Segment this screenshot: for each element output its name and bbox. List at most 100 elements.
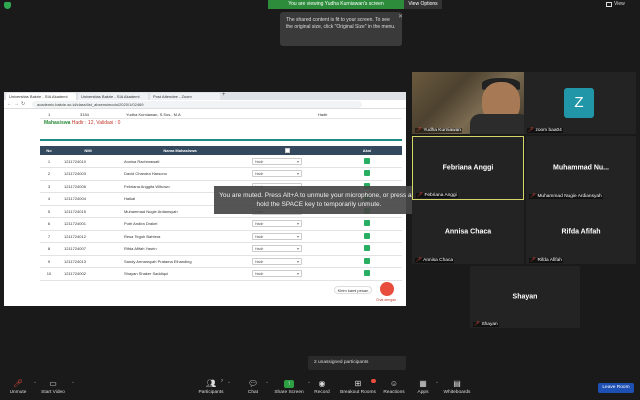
cell-nama: David Chandra Harsono: [118, 167, 242, 181]
participant-tile[interactable]: Rifda Afifah 🎤︎ Rifda Afifah: [526, 200, 636, 264]
cell-nim: 1211724003: [58, 167, 118, 181]
reactions-button[interactable]: ☺ Reactions: [382, 379, 406, 396]
view-grid-icon[interactable]: [606, 2, 612, 7]
browser-tab[interactable]: Post Attendee - Zoom: [150, 93, 220, 100]
status-select[interactable]: Hadir: [252, 157, 302, 165]
whiteboards-button[interactable]: ▤ Whiteboards: [442, 380, 472, 396]
cell-no: 9: [40, 255, 58, 268]
action-button[interactable]: [364, 257, 370, 264]
status-select[interactable]: Hadir: [252, 220, 302, 228]
action-button[interactable]: [364, 270, 370, 277]
new-tab-icon[interactable]: +: [222, 92, 226, 98]
participant-name: Rifda Afifah: [561, 228, 601, 236]
action-button[interactable]: [364, 220, 370, 227]
record-button[interactable]: ◉ Record: [312, 380, 332, 396]
fit-to-screen-tooltip: The shared content is fit to your screen…: [280, 12, 402, 46]
close-icon[interactable]: ✕: [398, 13, 403, 20]
reactions-icon: ☺: [389, 379, 399, 388]
cell-no: 5: [40, 205, 58, 218]
apps-button[interactable]: ▦ Apps ^: [414, 379, 438, 396]
mic-muted-icon: 🎤︎: [474, 322, 481, 327]
cell-status: Hadir: [242, 167, 332, 181]
participants-button[interactable]: 👥︎ 7 Participants ^: [198, 379, 230, 395]
status-select[interactable]: Hadir: [252, 170, 302, 178]
col-header-select-all[interactable]: [242, 146, 332, 155]
summary-validasi: , Validasi : 0: [93, 120, 121, 126]
action-button[interactable]: [364, 170, 370, 177]
chevron-up-icon[interactable]: ^: [228, 380, 230, 385]
cell-aksi: [332, 217, 402, 231]
apps-icon: ▦: [419, 379, 427, 388]
participant-label: 🎤︎ Febriana Anggi: [416, 193, 458, 198]
security-shield-icon[interactable]: [4, 2, 11, 9]
status-select[interactable]: Hadir: [252, 245, 302, 253]
share-screen-button[interactable]: ↑ Share Screen ^: [274, 380, 310, 395]
participant-avatar: Z: [564, 88, 594, 118]
unmute-button[interactable]: 🎤︎ Unmute ^: [6, 379, 36, 396]
cell-no: 7: [40, 230, 58, 243]
unassigned-participants-notice[interactable]: 2 unassigned participants: [308, 356, 406, 370]
leave-room-button[interactable]: Leave Room: [598, 383, 634, 393]
mic-muted-icon: 🎤︎: [530, 194, 537, 199]
cell-nim: 1211724013: [58, 255, 118, 268]
action-button[interactable]: [364, 232, 370, 239]
cell-nim: 1211724010: [58, 155, 118, 168]
cell-nim: 1211724001: [58, 217, 118, 231]
browser-tab-strip: Universitas Bakrie - SIA Akademi Univers…: [4, 92, 406, 100]
table-row: 8 1211724007 Rifda Afifah Yasrin Hadir: [40, 242, 402, 256]
action-button[interactable]: [364, 157, 370, 164]
cell-no: 4: [40, 192, 58, 206]
chevron-up-icon[interactable]: ^: [266, 380, 268, 385]
cell-nama: Annisa Rachmawati: [118, 155, 242, 168]
participant-label: 🎤︎ Muhammad Nugie Ardiansyah: [529, 194, 603, 199]
chevron-up-icon[interactable]: ^: [34, 380, 36, 385]
forward-icon[interactable]: →: [14, 101, 19, 107]
participant-label: 🎤︎ Annisa Chaca: [415, 258, 455, 263]
participant-label: 🎤︎ zoom baa04: [527, 128, 563, 133]
status-select[interactable]: Hadir: [252, 232, 302, 240]
chevron-up-icon[interactable]: ^: [72, 380, 74, 385]
chevron-up-icon[interactable]: ^: [436, 380, 438, 385]
action-button[interactable]: [364, 245, 370, 252]
breakout-rooms-button[interactable]: ⊞ Breakout Rooms: [340, 379, 376, 395]
reload-icon[interactable]: ↻: [21, 101, 25, 107]
table-row: 2 1211724003 David Chandra Harsono Hadir: [40, 167, 402, 181]
mic-muted-icon: 🎤︎: [417, 193, 424, 198]
participant-tile-active-speaker[interactable]: Febriana Anggi 🎤︎ Febriana Anggi: [412, 136, 524, 200]
chat-fab-icon[interactable]: [380, 282, 394, 296]
participant-name: Shayan: [512, 293, 538, 301]
chevron-up-icon[interactable]: ^: [308, 380, 310, 385]
participant-tile[interactable]: Annisa Chaca 🎤︎ Annisa Chaca: [412, 200, 524, 264]
cell-status: Hadir: [242, 230, 332, 243]
browser-tab[interactable]: Universitas Bakrie - SIA Akademi: [78, 93, 148, 100]
participant-tile[interactable]: Shayan 🎤︎ Shayan: [470, 266, 580, 328]
participants-count: 7: [221, 379, 223, 383]
status-select[interactable]: Hadir: [252, 270, 302, 278]
chat-prompt-bubble[interactable]: Kirim kami pesan: [334, 286, 372, 294]
cell-aksi: [332, 167, 402, 181]
status-select[interactable]: Hadir: [252, 257, 302, 265]
browser-tab[interactable]: Universitas Bakrie - SIA Akademi: [6, 93, 76, 100]
table-row: 9 1211724013 Sandy Armansyah Pratama Elhan…: [40, 255, 402, 268]
breakout-rooms-icon: ⊞: [354, 379, 362, 388]
cell-aksi: [332, 255, 402, 268]
participant-name: Muhammad Nu...: [552, 164, 610, 172]
cell-aksi: [332, 230, 402, 243]
participant-name: Annisa Chaca: [444, 228, 492, 236]
start-video-button[interactable]: ▭ Start Video ^: [38, 380, 74, 396]
chat-button[interactable]: 💬︎ Chat ^: [244, 380, 268, 396]
cell-no: 8: [40, 242, 58, 256]
cell-nim: 1211724002: [58, 267, 118, 281]
participant-tile[interactable]: 🎤︎ Yudha Kurniawan: [412, 72, 530, 134]
view-options-button[interactable]: View Options: [404, 0, 442, 9]
select-all-checkbox[interactable]: [284, 147, 290, 153]
cell-status: Hadir: [242, 217, 332, 231]
view-button[interactable]: View: [614, 1, 625, 7]
participant-tile[interactable]: Muhammad Nu... 🎤︎ Muhammad Nugie Ardians…: [526, 136, 636, 200]
lecturer-status: Hadir: [318, 112, 328, 117]
microphone-muted-icon: 🎤︎: [13, 379, 24, 388]
cell-aksi: [332, 267, 402, 281]
back-icon[interactable]: ←: [7, 101, 12, 107]
cell-status: Hadir: [242, 255, 332, 268]
address-bar[interactable]: academic.bakrie.ac.id/class/list_absensi…: [32, 101, 362, 108]
